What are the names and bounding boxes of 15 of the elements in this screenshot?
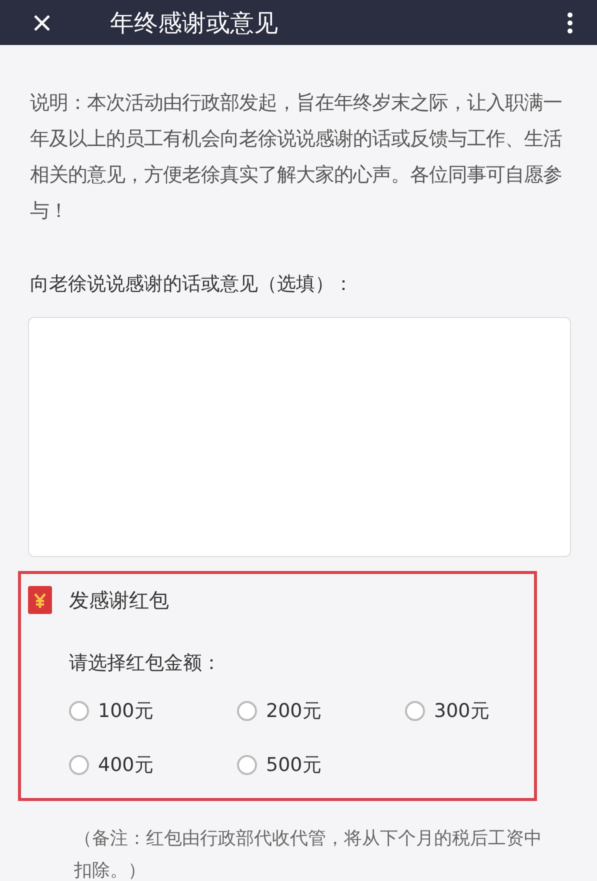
more-icon[interactable] [567,12,573,34]
comment-field[interactable] [28,317,571,557]
amount-option[interactable]: 200元 [237,698,405,724]
page-title: 年终感谢或意见 [110,8,279,38]
comment-label: 向老徐说说感谢的话或意见（选填）： [30,272,354,297]
amount-option[interactable]: 500元 [237,752,405,778]
description-text: 说明：本次活动由行政部发起，旨在年终岁末之际，让入职满一年及以上的员工有机会向老徐说说感谢的话或反馈与工作、生活相关的意见，方便老徐真实了解大家的心声。各位同事可自愿参与！ [30,90,563,224]
envelope-icon [28,586,52,614]
amount-option[interactable]: 300元 [405,698,525,724]
close-icon[interactable] [32,12,52,32]
amount-option[interactable]: 100元 [69,698,237,724]
amount-prompt: 请选择红包金额： [69,651,222,676]
amount-option[interactable]: 400元 [69,752,237,778]
gift-money-label: 发感谢红包 [69,586,169,614]
note-text: （备注：红包由行政部代收代管，将从下个月的税后工资中扣除。） [74,827,543,881]
